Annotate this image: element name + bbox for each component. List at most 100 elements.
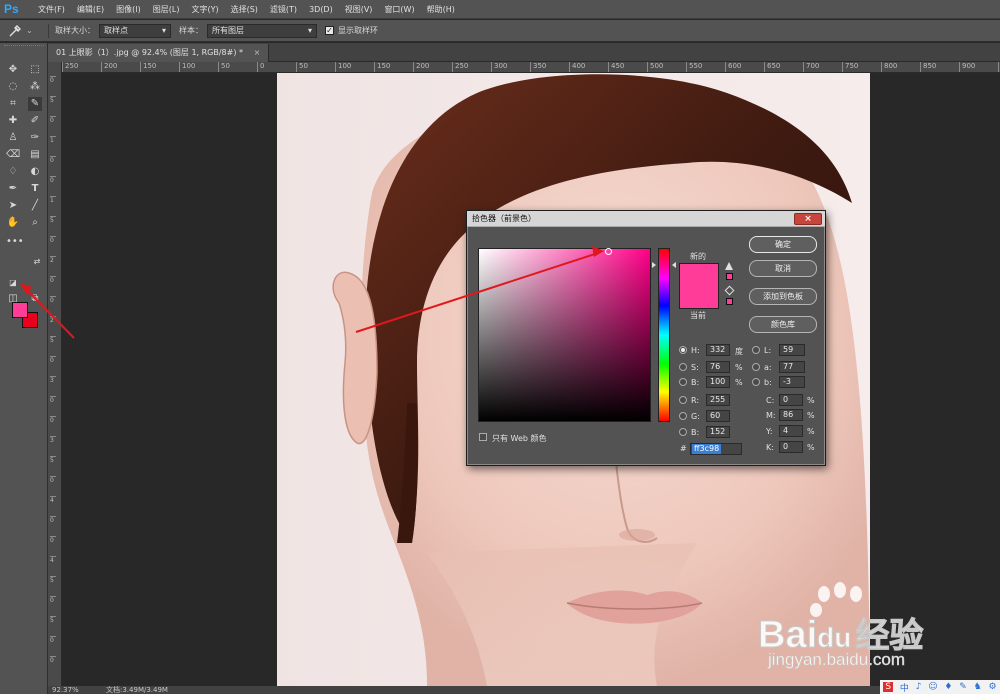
hue-radio[interactable] [679, 346, 687, 354]
ruler-tick-label: 5 [50, 336, 56, 344]
red-radio[interactable] [679, 396, 687, 404]
green-field[interactable]: 60 [706, 410, 730, 422]
emoji-icon[interactable]: ☺ [928, 682, 937, 692]
tray-icon[interactable]: ♞ [974, 682, 982, 692]
saturation-radio[interactable] [679, 363, 687, 371]
hand-tool-icon[interactable]: ✋ [6, 216, 20, 230]
type-tool-icon[interactable]: T [28, 182, 42, 196]
show-ring-checkbox[interactable]: ✓ [325, 26, 334, 35]
yellow-field[interactable]: 4 [779, 425, 803, 437]
hue-slider-handle-left[interactable] [652, 262, 656, 268]
handwriting-icon[interactable]: ✎ [959, 682, 967, 692]
cancel-button[interactable]: 取消 [749, 260, 817, 277]
screen-mode-icon[interactable]: ⧉ [28, 292, 42, 306]
ruler-tick-label: 0 [50, 176, 56, 184]
path-selection-tool-icon[interactable]: ➤ [6, 199, 20, 213]
sample-select[interactable]: 所有图层 ▾ [207, 23, 317, 38]
color-libraries-button[interactable]: 颜色库 [749, 316, 817, 333]
ruler-tick-label: 200 [101, 62, 117, 72]
add-to-swatches-button[interactable]: 添加到色板 [749, 288, 817, 305]
horizontal-ruler[interactable]: 250 200 150 100 50 0 50 100 150 200 250 300 350 400 45… [62, 62, 1000, 73]
ruler-tick-label: 0 [50, 656, 56, 664]
marquee-tool-icon[interactable]: ⬚ [28, 63, 42, 77]
sample-size-label: 取样大小： [55, 26, 95, 35]
foreground-color-swatch[interactable] [12, 302, 28, 318]
cyan-field[interactable]: 0 [779, 394, 803, 406]
a-channel-radio[interactable] [752, 363, 760, 371]
lasso-tool-icon[interactable]: ◌ [6, 80, 20, 94]
close-icon[interactable]: × [794, 213, 822, 225]
tray-icon[interactable]: ♪ [916, 682, 922, 692]
sample-size-select[interactable]: 取样点 ▾ [99, 23, 171, 38]
dodge-tool-icon[interactable]: ◐ [28, 165, 42, 179]
out-of-gamut-warning-icon[interactable] [725, 262, 733, 270]
red-field[interactable]: 255 [706, 394, 730, 406]
close-icon[interactable]: × [254, 48, 261, 57]
menu-file[interactable]: 文件(F) [32, 0, 71, 19]
eraser-tool-icon[interactable]: ⌫ [6, 148, 20, 162]
menu-layer[interactable]: 图层(L) [147, 0, 186, 19]
green-radio[interactable] [679, 412, 687, 420]
blue-field[interactable]: 152 [706, 426, 730, 438]
ime-chinese-icon[interactable]: 中 [900, 681, 909, 694]
healing-brush-tool-icon[interactable]: ✚ [6, 114, 20, 128]
tray-icon[interactable]: ♦ [944, 682, 952, 692]
b-channel-radio[interactable] [752, 378, 760, 386]
blur-tool-icon[interactable]: ♢ [6, 165, 20, 179]
vertical-ruler[interactable]: 0 5 0 1 0 0 1 5 0 2 0 0 2 5 0 3 0 0 3 5 0 4 0 0 4 5 0 5 0 0 [48, 62, 62, 686]
sogou-icon[interactable]: S [883, 682, 894, 692]
swap-colors-icon[interactable]: ⇄ [30, 255, 44, 269]
more-tools-icon[interactable]: ••• [6, 235, 24, 249]
document-tab-title: 01 上眼影（1）.jpg @ 92.4% (图层 1, RGB/8#) * [56, 48, 244, 57]
web-safe-color-swatch[interactable] [726, 298, 733, 305]
zoom-level[interactable]: 92.37% [52, 686, 79, 694]
document-tab[interactable]: 01 上眼影（1）.jpg @ 92.4% (图层 1, RGB/8#) * × [48, 44, 270, 62]
crop-tool-icon[interactable]: ⌗ [6, 97, 20, 111]
color-marker[interactable] [605, 248, 612, 255]
menu-3d[interactable]: 3D(D) [303, 0, 339, 19]
panel-grip[interactable] [4, 45, 44, 48]
menu-filter[interactable]: 滤镜(T) [264, 0, 303, 19]
magic-wand-tool-icon[interactable]: ⁂ [28, 80, 42, 94]
menu-edit[interactable]: 编辑(E) [71, 0, 110, 19]
tool-preset-picker[interactable]: ⌄ [8, 23, 42, 39]
black-field[interactable]: 0 [779, 441, 803, 453]
hue-slider-handle-right[interactable] [672, 262, 676, 268]
web-colors-only-checkbox[interactable] [479, 433, 487, 441]
lightness-radio[interactable] [752, 346, 760, 354]
gradient-tool-icon[interactable]: ▤ [28, 148, 42, 162]
brightness-radio[interactable] [679, 378, 687, 386]
brightness-field[interactable]: 100 [706, 376, 730, 388]
eyedropper-tool-icon[interactable]: ✎ [28, 97, 42, 111]
history-brush-tool-icon[interactable]: ✑ [28, 131, 42, 145]
ruler-tick-label: 5 [50, 456, 56, 464]
default-colors-icon[interactable]: ◪ [6, 276, 20, 290]
a-channel-field[interactable]: 77 [779, 361, 805, 373]
brush-tool-icon[interactable]: ✐ [28, 114, 42, 128]
hue-slider[interactable] [658, 248, 670, 422]
clone-stamp-tool-icon[interactable]: ♙ [6, 131, 20, 145]
menu-window[interactable]: 窗口(W) [378, 0, 420, 19]
hex-field[interactable]: ff3c98 [690, 443, 742, 455]
gamut-color-swatch[interactable] [726, 273, 733, 280]
ok-button[interactable]: 确定 [749, 236, 817, 253]
magenta-field[interactable]: 86 [779, 409, 803, 421]
dialog-title-bar[interactable]: 拾色器（前景色） × [467, 211, 825, 227]
menu-type[interactable]: 文字(Y) [185, 0, 224, 19]
menu-view[interactable]: 视图(V) [339, 0, 379, 19]
b-channel-field[interactable]: -3 [779, 376, 805, 388]
lightness-field[interactable]: 59 [779, 344, 805, 356]
menu-help[interactable]: 帮助(H) [421, 0, 461, 19]
blue-radio[interactable] [679, 428, 687, 436]
zoom-tool-icon[interactable]: ⌕ [28, 216, 42, 230]
saturation-brightness-field[interactable] [478, 248, 651, 422]
web-safe-cube-icon[interactable] [724, 285, 735, 296]
menu-image[interactable]: 图像(I) [110, 0, 147, 19]
menu-select[interactable]: 选择(S) [225, 0, 264, 19]
settings-icon[interactable]: ⚙ [988, 682, 996, 692]
hue-field[interactable]: 332 [706, 344, 730, 356]
line-tool-icon[interactable]: ╱ [28, 199, 42, 213]
saturation-field[interactable]: 76 [706, 361, 730, 373]
move-tool-icon[interactable]: ✥ [6, 63, 20, 77]
pen-tool-icon[interactable]: ✒ [6, 182, 20, 196]
